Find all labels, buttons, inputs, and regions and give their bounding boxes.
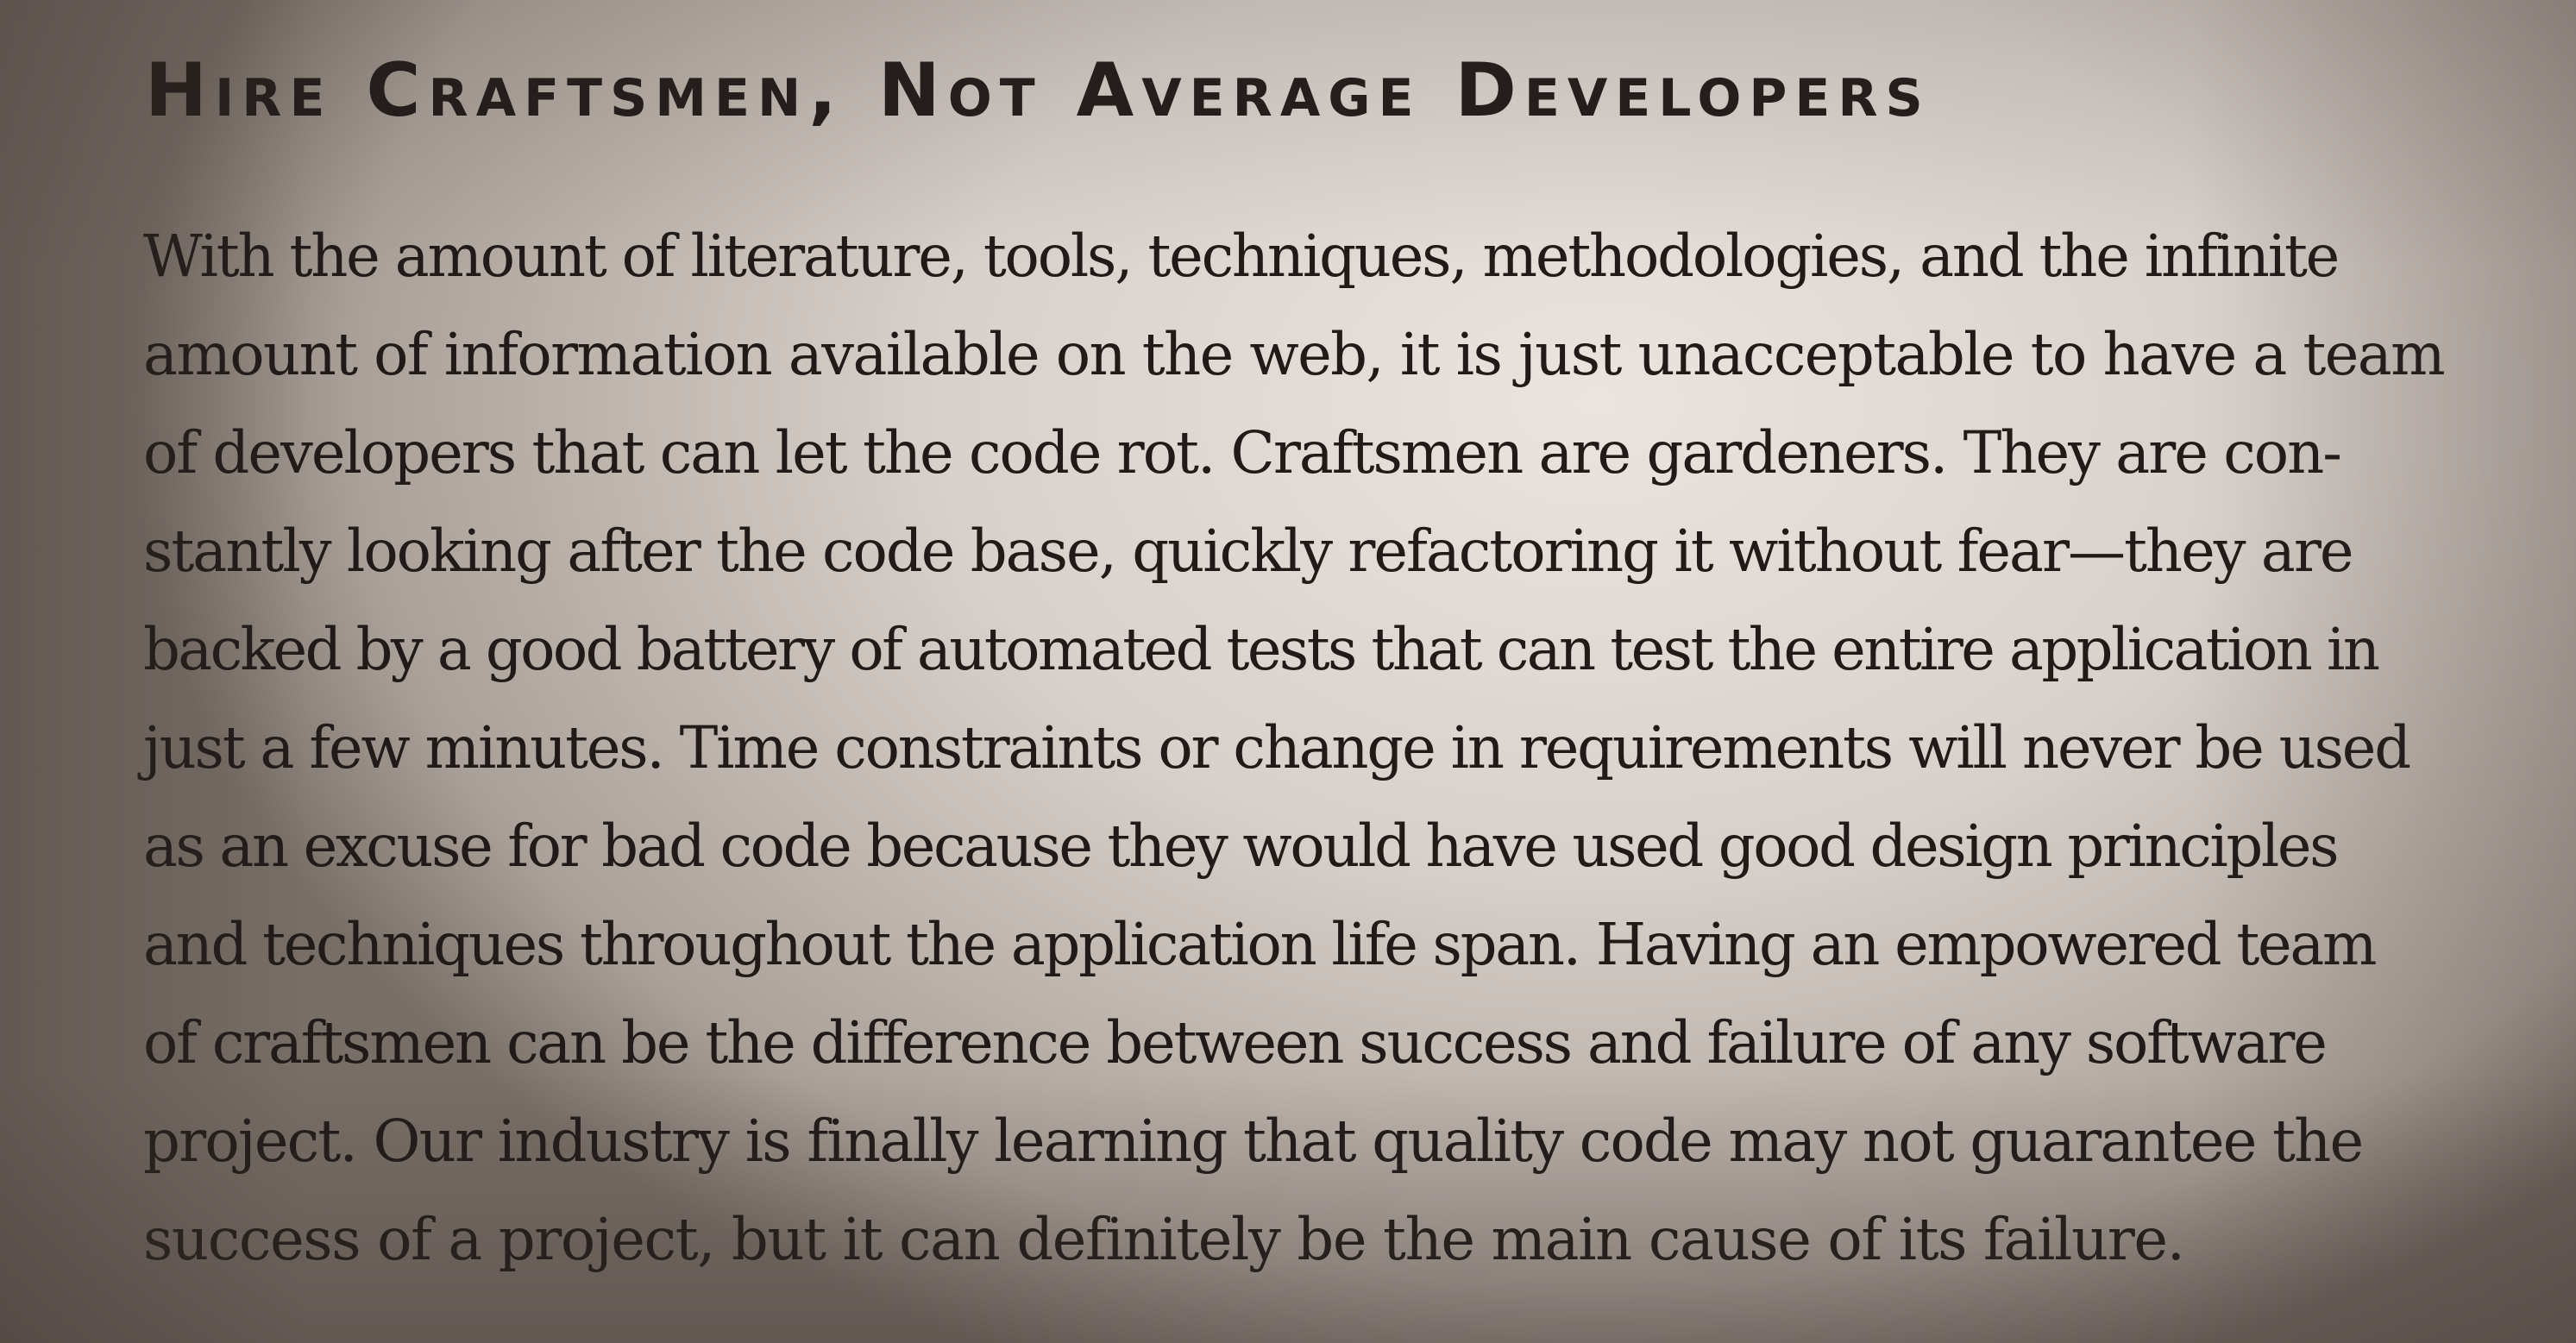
- book-page: Hire Craftsmen, Not Average Developers W…: [0, 0, 2576, 1343]
- paragraph-line: stantly looking after the code base, qui…: [143, 518, 2354, 585]
- paragraph-line: success of a project, but it can definit…: [143, 1206, 2185, 1273]
- section-heading: Hire Craftsmen, Not Average Developers: [145, 47, 1931, 134]
- paragraph-line: of craftsmen can be the difference betwe…: [143, 1009, 2328, 1076]
- paragraph-line: and techniques throughout the applicatio…: [143, 911, 2378, 978]
- paragraph-line: of developers that can let the code rot.…: [143, 419, 2342, 486]
- paragraph-line: amount of information available on the w…: [143, 321, 2446, 388]
- body-paragraph: With the amount of literature, tools, te…: [143, 207, 2446, 1289]
- paragraph-line: as an excuse for bad code because they w…: [143, 813, 2340, 880]
- paragraph-line: With the amount of literature, tools, te…: [143, 223, 2340, 290]
- paragraph-line: backed by a good battery of automated te…: [143, 616, 2380, 683]
- paragraph-line: just a few minutes. Time constraints or …: [143, 714, 2411, 781]
- paragraph-line: project. Our industry is finally learnin…: [143, 1108, 2364, 1175]
